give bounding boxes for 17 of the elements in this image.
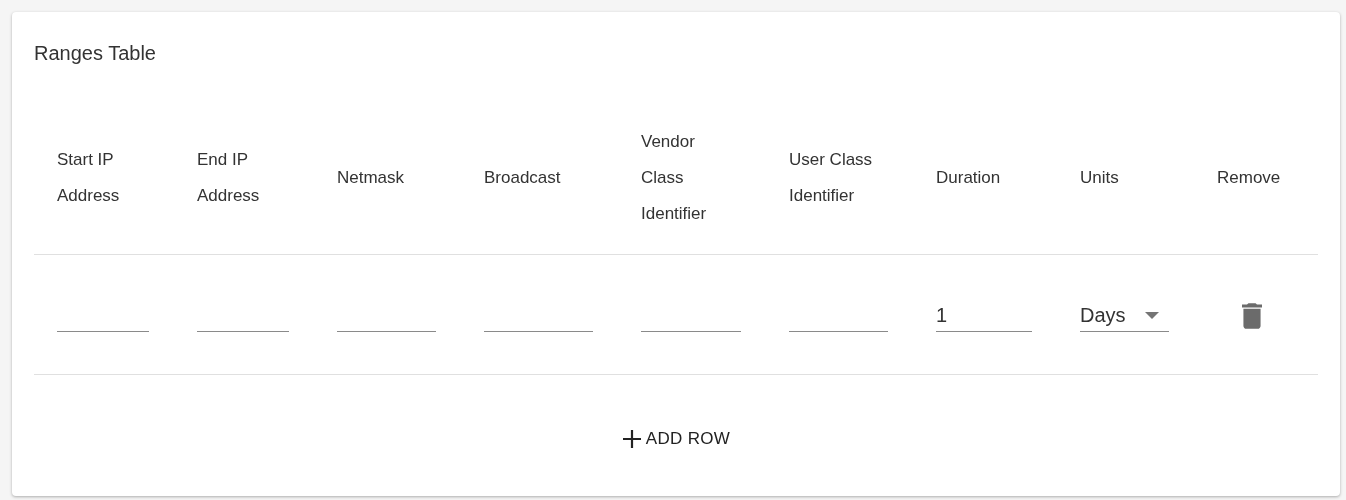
input-field[interactable]: 1 xyxy=(936,299,1032,332)
units-dropdown[interactable]: Days xyxy=(1080,299,1169,332)
column-header: Start IP Address xyxy=(57,148,121,207)
add-row-button[interactable]: ADD ROW xyxy=(613,422,739,456)
column-header: Broadcast xyxy=(484,166,562,189)
trash-icon xyxy=(1242,302,1262,329)
column-header: Units xyxy=(1080,166,1120,189)
column-header: Remove xyxy=(1217,166,1282,189)
delete-button[interactable] xyxy=(1241,301,1263,330)
column-header: End IP Address xyxy=(197,148,261,207)
column-header: Duration xyxy=(936,166,1002,189)
caret-icon xyxy=(1145,311,1159,319)
column-header: Netmask xyxy=(337,166,406,189)
card-title: Ranges Table xyxy=(34,41,156,65)
column-header: User Class Identifier xyxy=(789,148,874,207)
column-header: Vendor Class Identifier xyxy=(641,130,708,225)
plus-icon xyxy=(621,428,642,449)
